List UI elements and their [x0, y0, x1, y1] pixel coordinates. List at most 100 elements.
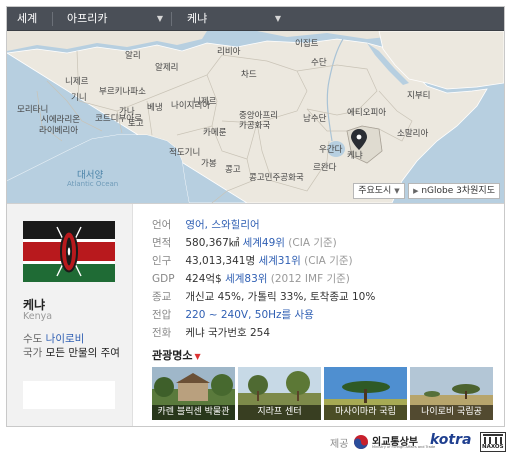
map-label: 가봉 [201, 159, 217, 169]
divider [171, 12, 172, 26]
map-label: 케냐 [347, 151, 363, 161]
map-label: 베냉 [147, 103, 163, 113]
sight-label: 카렌 블릭센 박물관 [152, 405, 235, 420]
map-label: 소말리아 [397, 129, 429, 139]
map-label: 리비아 [217, 47, 241, 57]
fact-religion: 종교 개신교 45%, 가톨릭 33%, 토착종교 10% [152, 289, 375, 305]
nglobe-label: nGlobe 3차원지도 [421, 186, 495, 196]
gdp-note: (2012 IMF 기준) [270, 273, 350, 285]
gdp-value: 424억$ [185, 273, 222, 285]
map-label: 수단 [311, 58, 327, 68]
anthem-value: 모든 만물의 주여 [45, 347, 120, 359]
map-label: 적도기니 [169, 148, 201, 158]
map-label: 알제리 [155, 63, 179, 73]
map-label: 중앙아프리카공화국 [239, 111, 279, 131]
map-label: 카메룬 [203, 128, 227, 138]
provider-label: 제공 [330, 439, 349, 450]
kotra-logo[interactable]: kotra [430, 432, 471, 448]
shield-spear-icon [56, 226, 82, 277]
capital-row: 수도 나이로비 [23, 331, 84, 346]
sight-card[interactable]: 나이로비 국립공 [410, 367, 493, 420]
area-value: 580,367㎢ [185, 237, 240, 249]
map-label: 남수단 [303, 114, 327, 124]
voltage-value[interactable]: 220 ~ 240V, 50Hz를 사용 [185, 309, 314, 321]
map-label: 니제르 [65, 77, 89, 87]
africa-map[interactable]: 알리 이집트 리비아 알제리 차드 수단 부르키나파소 니제르 모리타니 니제르… [7, 31, 504, 203]
continent-dropdown[interactable]: 아프리카 ▼ [57, 7, 169, 31]
map-label: 코트디부아르 [95, 114, 142, 124]
population-note: (CIA 기준) [304, 255, 353, 267]
phone-value: 케냐 국가번호 254 [185, 327, 271, 339]
chevron-down-icon: ▼ [156, 14, 163, 23]
country-info: 케냐 Kenya 수도 나이로비 국가 모든 만물의 주여 언어 영어, 스와힐… [7, 203, 504, 426]
world-label: 세계 [17, 12, 38, 25]
map-buttons: 주요도시 ▼ ▶ nGlobe 3차원지도 [353, 183, 500, 199]
chevron-right-icon: ▶ [413, 187, 419, 195]
fact-language: 언어 영어, 스와힐리어 [152, 217, 260, 233]
sight-card[interactable]: 마사이마라 국립 [324, 367, 407, 420]
map-label: 부르키나파소 [99, 87, 146, 97]
sight-label: 마사이마라 국립 [324, 405, 407, 420]
capital-link[interactable]: 나이로비 [46, 333, 85, 345]
fact-key: 면적 [152, 237, 172, 249]
sea-label-en: Atlantic Ocean [67, 180, 119, 188]
naxos-name: NAXOS [482, 444, 504, 450]
continent-label: 아프리카 [67, 12, 108, 25]
world-dropdown[interactable]: 세계 [7, 7, 51, 31]
map-label: 르완다 [313, 163, 337, 173]
capital-key: 수도 [23, 333, 43, 345]
area-rank[interactable]: 세계49위 [243, 237, 285, 249]
map-label: 기니 [71, 93, 87, 103]
fact-gdp: GDP 424억$ 세계83위 (2012 IMF 기준) [152, 271, 350, 287]
language-value[interactable]: 영어, 스와힐리어 [185, 219, 259, 231]
chevron-down-icon: ▼ [274, 14, 281, 23]
fact-voltage: 전압 220 ~ 240V, 50Hz를 사용 [152, 307, 314, 323]
divider [52, 12, 53, 26]
country-info-panel: 세계 아프리카 ▼ 케냐 ▼ 알리 이집트 리비아 알제리 차드 수단 부르키나… [6, 6, 505, 427]
map-label: 우간다 [319, 145, 343, 155]
fact-key: 종교 [152, 291, 172, 303]
fact-key: 전압 [152, 309, 172, 321]
sights-heading[interactable]: 관광명소 ▼ [152, 347, 201, 363]
fact-key: GDP [152, 273, 175, 285]
gdp-rank[interactable]: 세계83위 [225, 273, 267, 285]
anthem-row: 국가 모든 만물의 주여 [23, 346, 123, 361]
country-name-en: Kenya [23, 311, 53, 322]
taegeuk-icon [354, 435, 368, 449]
map-label: 지부티 [407, 91, 431, 101]
population-rank[interactable]: 세계31위 [258, 255, 300, 267]
major-cities-label: 주요도시 [358, 186, 392, 196]
nglobe-button[interactable]: ▶ nGlobe 3차원지도 [408, 183, 500, 199]
fact-key: 전화 [152, 327, 172, 339]
map-label: 이집트 [295, 39, 319, 49]
empty-box [23, 381, 115, 409]
mofa-sub: Ministry of Foreign Affairs and Trade [372, 445, 436, 449]
map-label: 차드 [241, 70, 257, 80]
map-label: 라이베리아 [39, 126, 79, 136]
provider-footer: 제공 외교통상부 Ministry of Foreign Affairs and… [0, 430, 511, 454]
country-select-label: 케냐 [187, 12, 208, 25]
chevron-down-icon: ▼ [394, 187, 400, 195]
sight-label: 나이로비 국립공 [410, 405, 493, 420]
map-label: 에티오피아 [347, 108, 387, 118]
map-label: 콩고 [225, 165, 241, 175]
country-summary: 케냐 Kenya 수도 나이로비 국가 모든 만물의 주여 [7, 204, 133, 426]
sight-card[interactable]: 지라프 센터 [238, 367, 321, 420]
sight-card[interactable]: 카렌 블릭센 박물관 [152, 367, 235, 420]
fact-area: 면적 580,367㎢ 세계49위 (CIA 기준) [152, 235, 337, 251]
kenya-flag [23, 221, 115, 282]
fact-key: 인구 [152, 255, 172, 267]
caret-down-icon: ▼ [194, 352, 201, 361]
naxos-logo[interactable]: NAXOS [480, 432, 506, 452]
sights-heading-label: 관광명소 [152, 349, 193, 362]
anthem-key: 국가 [23, 347, 43, 359]
country-dropdown[interactable]: 케냐 ▼ [177, 7, 287, 31]
fact-key: 언어 [152, 219, 172, 231]
sea-label: 대서양 [77, 170, 104, 181]
major-cities-button[interactable]: 주요도시 ▼ [353, 183, 405, 199]
area-note: (CIA 기준) [288, 237, 337, 249]
fact-population: 인구 43,013,341명 세계31위 (CIA 기준) [152, 253, 353, 269]
map-label: 나이지리아 [171, 101, 211, 111]
mofa-logo[interactable]: 외교통상부 Ministry of Foreign Affairs and Tr… [353, 430, 435, 454]
map-label: 알리 [125, 51, 141, 61]
